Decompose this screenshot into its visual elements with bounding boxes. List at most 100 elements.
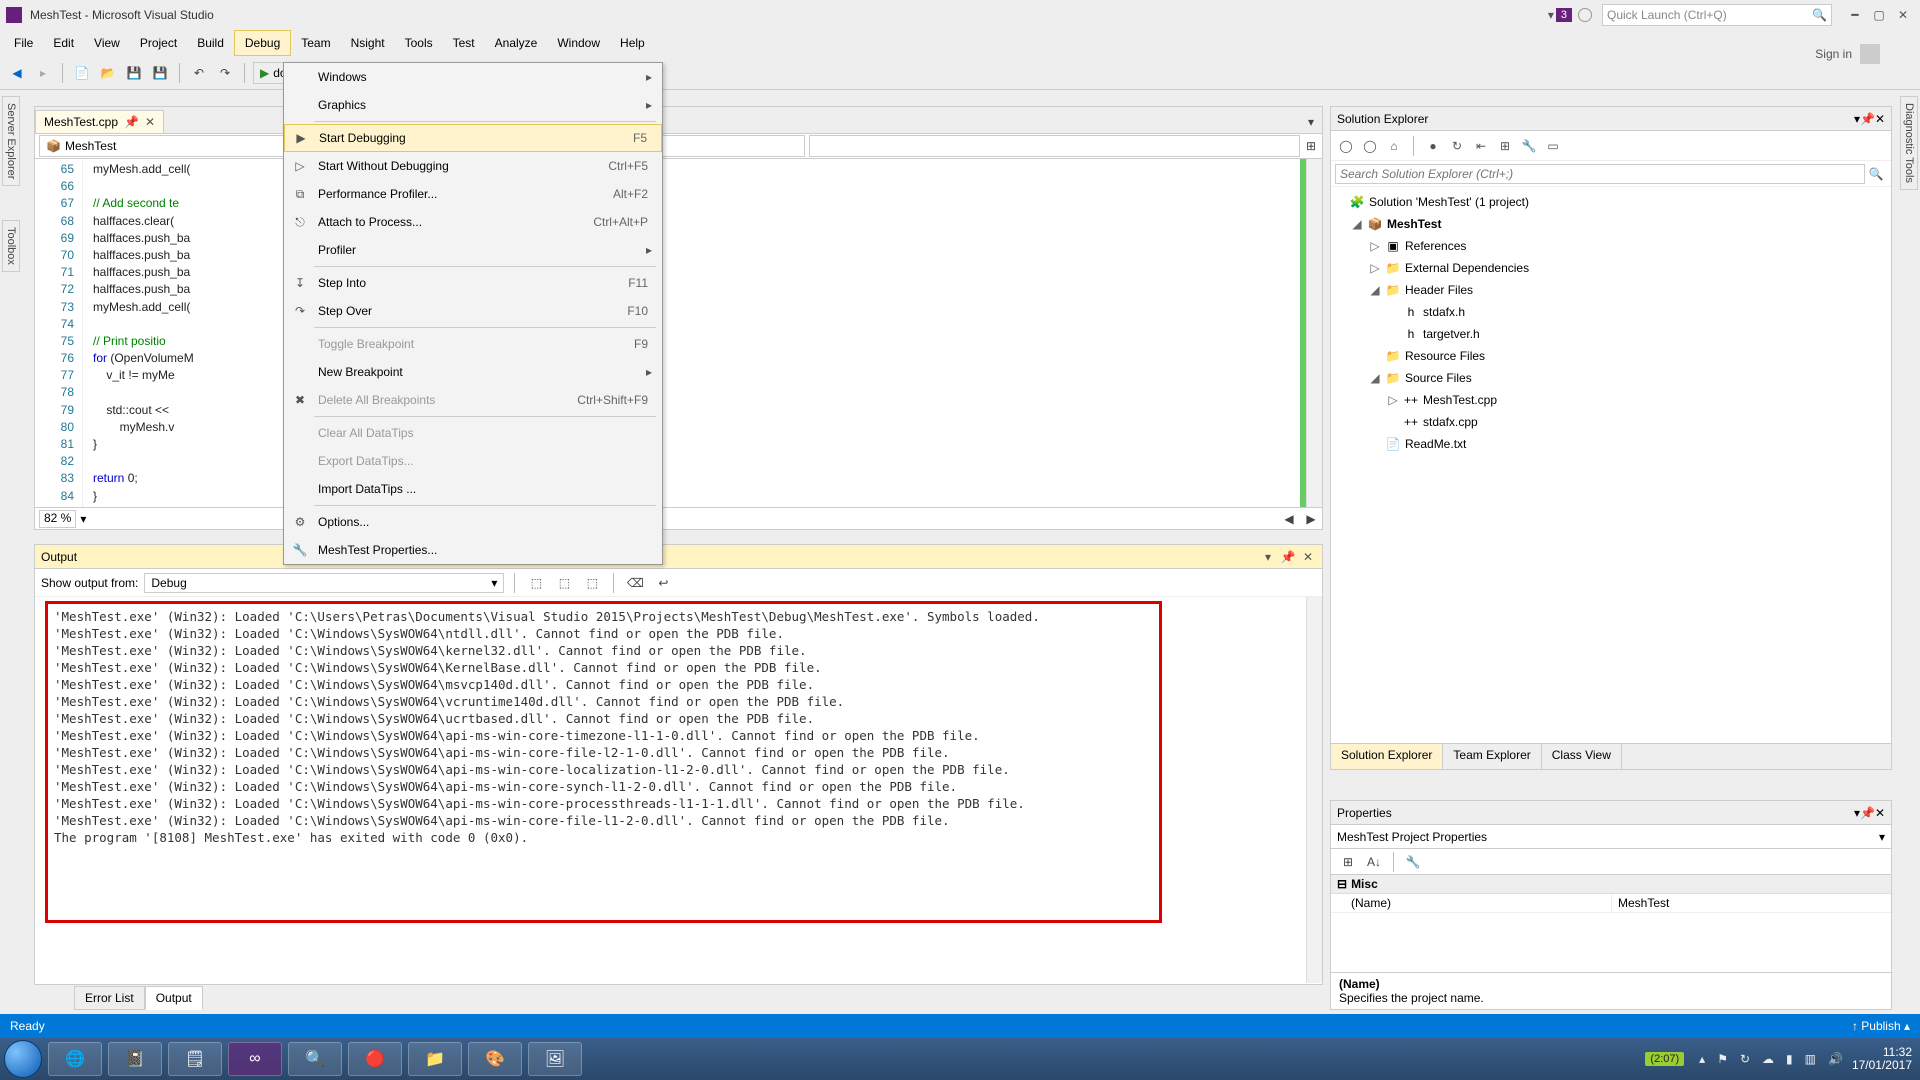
- menu-window[interactable]: Window: [547, 30, 610, 56]
- menu-item-meshtest-properties[interactable]: 🔧MeshTest Properties...: [284, 536, 662, 564]
- publish-button[interactable]: ↑ Publish ▴: [1852, 1019, 1910, 1033]
- output-source-dropdown[interactable]: Debug ▾: [144, 573, 504, 593]
- output-text[interactable]: 'MeshTest.exe' (Win32): Loaded 'C:\Users…: [45, 601, 1162, 923]
- notification-flag-icon[interactable]: ▾: [1548, 8, 1554, 22]
- properties-icon[interactable]: 🔧: [1520, 137, 1538, 155]
- expand-icon[interactable]: ▷: [1369, 239, 1381, 253]
- pin-icon[interactable]: 📌: [1860, 112, 1875, 126]
- output-body[interactable]: 'MeshTest.exe' (Win32): Loaded 'C:\Users…: [35, 597, 1322, 1003]
- account-icon[interactable]: [1860, 44, 1880, 64]
- menu-debug[interactable]: Debug: [234, 30, 291, 56]
- code-editor[interactable]: 6566676869707172737475767778798081828384…: [35, 159, 1322, 507]
- source-files-node[interactable]: Source Files: [1405, 371, 1472, 385]
- minimize-button[interactable]: ━: [1844, 4, 1866, 26]
- expand-icon[interactable]: ◢: [1351, 217, 1363, 231]
- menu-item-attach-to-process[interactable]: ⎋Attach to Process...Ctrl+Alt+P: [284, 208, 662, 236]
- scope-dropdown[interactable]: 📦 MeshTest: [39, 135, 309, 157]
- show-all-icon[interactable]: ⊞: [1496, 137, 1514, 155]
- redo-button[interactable]: ↷: [214, 62, 236, 84]
- close-pane-icon[interactable]: ✕: [1875, 806, 1885, 820]
- server-explorer-rail[interactable]: Server Explorer: [2, 96, 20, 186]
- external-deps-node[interactable]: External Dependencies: [1405, 261, 1529, 275]
- menu-item-import-datatips[interactable]: Import DataTips ...: [284, 475, 662, 503]
- diagnostic-tools-rail[interactable]: Diagnostic Tools: [1900, 96, 1918, 190]
- nav-fwd-button[interactable]: ▸: [32, 62, 54, 84]
- tab-dropdown-icon[interactable]: ▾: [1300, 111, 1322, 133]
- stdafx-cpp-node[interactable]: stdafx.cpp: [1423, 415, 1478, 429]
- taskbar-chrome[interactable]: 🌐: [48, 1042, 102, 1076]
- stdafx-h-node[interactable]: stdafx.h: [1423, 305, 1465, 319]
- pin-icon[interactable]: 📌: [1280, 549, 1296, 565]
- property-row[interactable]: (Name) MeshTest: [1331, 894, 1891, 913]
- home-icon[interactable]: ⌂: [1385, 137, 1403, 155]
- taskbar-explorer[interactable]: 📁: [408, 1042, 462, 1076]
- menu-item-windows[interactable]: Windows▸: [284, 63, 662, 91]
- tray-cloud-icon[interactable]: ☁: [1759, 1052, 1777, 1066]
- menu-team[interactable]: Team: [291, 30, 340, 56]
- header-files-node[interactable]: Header Files: [1405, 283, 1473, 297]
- tab-error-list[interactable]: Error List: [74, 986, 145, 1010]
- document-tab[interactable]: MeshTest.cpp 📌 ✕: [35, 110, 164, 133]
- open-button[interactable]: 📂: [97, 62, 119, 84]
- toolbox-rail[interactable]: Toolbox: [2, 220, 20, 272]
- tab-class-view[interactable]: Class View: [1542, 744, 1622, 769]
- battery-time[interactable]: (2:07): [1645, 1052, 1684, 1066]
- tray-flag-icon[interactable]: ⚑: [1714, 1052, 1731, 1066]
- menu-view[interactable]: View: [84, 30, 130, 56]
- tab-team-explorer[interactable]: Team Explorer: [1443, 744, 1541, 769]
- close-button[interactable]: ✕: [1892, 4, 1914, 26]
- output-clear-icon[interactable]: ⌫: [624, 572, 646, 594]
- expand-icon[interactable]: ◢: [1369, 283, 1381, 297]
- zoom-dropdown[interactable]: 82 %: [39, 510, 76, 528]
- menu-nsight[interactable]: Nsight: [341, 30, 395, 56]
- close-pane-icon[interactable]: ✕: [1875, 112, 1885, 126]
- save-button[interactable]: 💾: [123, 62, 145, 84]
- solution-root[interactable]: Solution 'MeshTest' (1 project): [1369, 195, 1529, 209]
- menu-file[interactable]: File: [4, 30, 43, 56]
- menu-item-performance-profiler[interactable]: ⧉Performance Profiler...Alt+F2: [284, 180, 662, 208]
- menu-item-step-into[interactable]: ↧Step IntoF11: [284, 269, 662, 297]
- close-pane-icon[interactable]: ✕: [1300, 549, 1316, 565]
- project-node[interactable]: MeshTest: [1387, 217, 1441, 231]
- output-tool-3[interactable]: ⬚: [581, 572, 603, 594]
- readme-node[interactable]: ReadMe.txt: [1405, 437, 1466, 451]
- menu-edit[interactable]: Edit: [43, 30, 84, 56]
- collapse-icon[interactable]: ⇤: [1472, 137, 1490, 155]
- meshtest-cpp-node[interactable]: MeshTest.cpp: [1423, 393, 1497, 407]
- expand-icon[interactable]: ▷: [1369, 261, 1381, 275]
- solution-tree[interactable]: 🧩Solution 'MeshTest' (1 project) ◢📦MeshT…: [1331, 187, 1891, 743]
- references-node[interactable]: References: [1405, 239, 1466, 253]
- tray-network-icon[interactable]: ▥: [1802, 1052, 1819, 1066]
- menu-item-new-breakpoint[interactable]: New Breakpoint▸: [284, 358, 662, 386]
- properties-category[interactable]: ⊟ Misc: [1331, 875, 1891, 894]
- pin-icon[interactable]: 📌: [124, 115, 139, 129]
- editor-scrollbar[interactable]: [1306, 159, 1322, 507]
- tab-solution-explorer[interactable]: Solution Explorer: [1331, 744, 1443, 769]
- sync-icon[interactable]: ●: [1424, 137, 1442, 155]
- menu-item-options[interactable]: ⚙Options...: [284, 508, 662, 536]
- quick-launch-input[interactable]: Quick Launch (Ctrl+Q) 🔍: [1602, 4, 1832, 26]
- taskbar-photo[interactable]: 🖼: [528, 1042, 582, 1076]
- collapse-icon[interactable]: ⊟: [1337, 877, 1347, 891]
- taskbar-paint[interactable]: 🎨: [468, 1042, 522, 1076]
- search-icon[interactable]: 🔍: [1865, 163, 1887, 185]
- tab-output[interactable]: Output: [145, 986, 203, 1010]
- feedback-icon[interactable]: [1578, 8, 1592, 22]
- undo-button[interactable]: ↶: [188, 62, 210, 84]
- resource-files-node[interactable]: Resource Files: [1405, 349, 1485, 363]
- menu-item-start-debugging[interactable]: ▶Start DebuggingF5: [284, 124, 662, 152]
- pin-icon[interactable]: 📌: [1860, 806, 1875, 820]
- refresh-icon[interactable]: ↻: [1448, 137, 1466, 155]
- taskbar-app-2[interactable]: 🔴: [348, 1042, 402, 1076]
- function-dropdown[interactable]: [809, 135, 1301, 157]
- properties-selector[interactable]: MeshTest Project Properties ▾: [1331, 825, 1891, 849]
- menu-build[interactable]: Build: [187, 30, 234, 56]
- system-clock[interactable]: 11:32 17/01/2017: [1852, 1046, 1916, 1072]
- menu-tools[interactable]: Tools: [395, 30, 443, 56]
- output-wrap-icon[interactable]: ↩: [652, 572, 674, 594]
- new-project-button[interactable]: 📄: [71, 62, 93, 84]
- editor-nav-right-icon[interactable]: ▶: [1300, 508, 1322, 530]
- menu-analyze[interactable]: Analyze: [485, 30, 548, 56]
- taskbar-vs[interactable]: ∞: [228, 1042, 282, 1076]
- solution-search-input[interactable]: [1335, 164, 1865, 184]
